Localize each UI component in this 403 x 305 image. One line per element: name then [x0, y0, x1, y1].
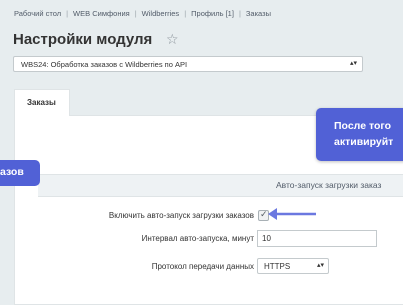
page-title: Настройки модуля — [13, 31, 153, 48]
updown-arrow-icon: ▴▾ — [316, 262, 324, 269]
autostart-label: Включить авто-запуск загрузки заказов — [108, 211, 254, 220]
interval-value: 10 — [262, 234, 271, 243]
breadcrumb-separator: | — [238, 9, 241, 18]
breadcrumb: Рабочий стол | WEB Симфония | Wildberries | Пр… — [14, 9, 271, 18]
interval-label: Интервал авто-запуска, минут — [141, 234, 254, 243]
checkmark-icon: ✓ — [260, 209, 268, 219]
protocol-label: Протокол передачи данных — [151, 262, 254, 271]
section-title: Авто-запуск загрузки заказ — [276, 180, 382, 190]
protocol-select[interactable]: HTTPS ▴▾ — [257, 258, 329, 274]
breadcrumb-separator: | — [134, 9, 137, 18]
breadcrumb-separator: | — [184, 9, 187, 18]
breadcrumb-item-wildberries[interactable]: Wildberries — [142, 9, 180, 18]
tooltip-callout-left-text: азов — [0, 166, 24, 178]
tooltip-callout-right-line1: После того — [334, 120, 392, 132]
interval-input[interactable]: 10 — [257, 230, 377, 247]
breadcrumb-item-profile[interactable]: Профиль [1] — [191, 9, 234, 18]
module-select[interactable]: WBS24: Обработка заказов с Wildberries п… — [13, 56, 363, 72]
tooltip-callout-right: После того активируйт — [316, 108, 403, 161]
tooltip-callout-right-line2: активируйт — [334, 136, 394, 148]
star-icon[interactable]: ☆ — [166, 31, 179, 48]
updown-arrow-icon: ▴▾ — [349, 60, 357, 67]
tab-orders[interactable]: Заказы — [14, 89, 70, 116]
module-select-value: WBS24: Обработка заказов с Wildberries п… — [21, 60, 188, 69]
breadcrumb-separator: | — [66, 9, 69, 18]
tooltip-callout-left: азов — [0, 160, 40, 186]
breadcrumb-item-web-symphony[interactable]: WEB Симфония — [73, 9, 130, 18]
tab-orders-label: Заказы — [27, 98, 56, 107]
breadcrumb-item-orders[interactable]: Заказы — [246, 9, 271, 18]
breadcrumb-item-desktop[interactable]: Рабочий стол — [14, 9, 61, 18]
protocol-value: HTTPS — [264, 262, 291, 271]
pointer-arrow-icon — [268, 208, 316, 220]
